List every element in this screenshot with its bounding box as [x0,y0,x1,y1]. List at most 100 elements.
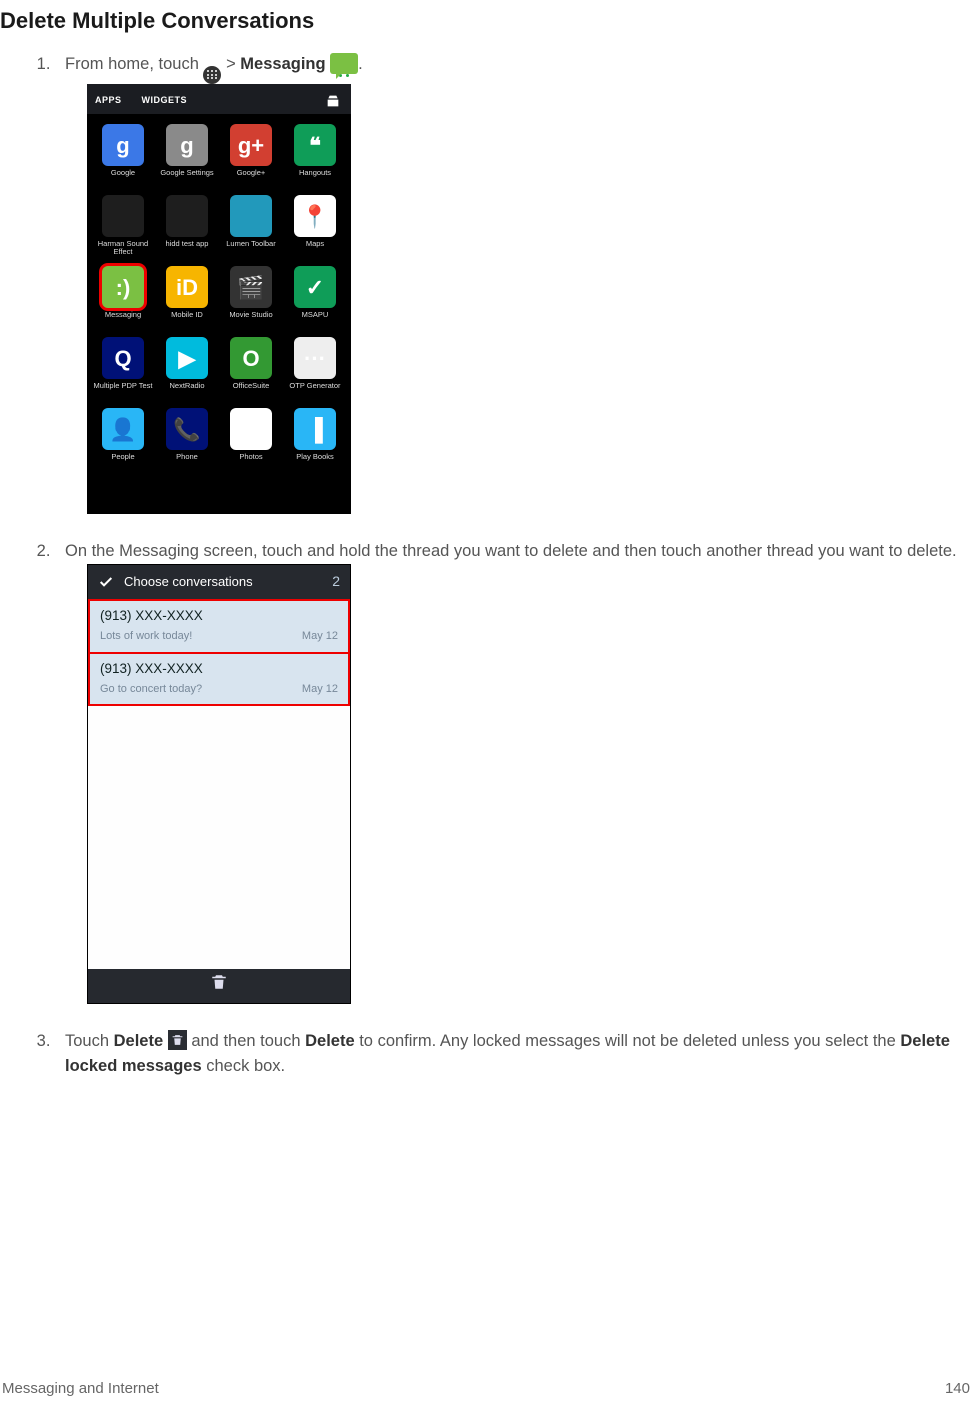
step1-text-e: . [358,55,363,73]
app-icon: :) [102,266,144,308]
selection-header: Choose conversations 2 [88,565,350,599]
delete-icon[interactable] [210,973,228,999]
app-icon: g+ [230,124,272,166]
step3-text-a: Touch [65,1032,114,1050]
selection-count: 2 [332,571,340,592]
app-icon [166,195,208,237]
app-icon [102,195,144,237]
step1-text-b: > [221,55,240,73]
app-nextradio[interactable]: ▶ NextRadio [155,337,219,398]
footer-section: Messaging and Internet [2,1380,159,1397]
app-label: Play Books [296,453,334,469]
thread-title: (913) XXX-XXXX [100,606,338,626]
app-label: OTP Generator [289,382,340,398]
step2-text: On the Messaging screen, touch and hold … [65,542,957,560]
drawer-tabbar: APPS WIDGETS [87,88,351,114]
app-label: Google [111,169,135,185]
step-2: On the Messaging screen, touch and hold … [55,539,972,1004]
app-label: NextRadio [169,382,204,398]
app-harman-sound-effect[interactable]: Harman Sound Effect [91,195,155,256]
app-maps[interactable]: 📍Maps [283,195,347,256]
app-icon: g [166,124,208,166]
step-3: Touch Delete and then touch Delete to co… [55,1029,972,1079]
step1-text-a: From home, touch [65,55,203,73]
app-phone[interactable]: 📞 Phone [155,408,219,469]
app-lumen-toolbar[interactable]: Lumen Toolbar [219,195,283,256]
thread-sub: Go to concert today? May 12 [100,681,338,698]
app-label: Messaging [105,311,141,327]
thread-sub: Lots of work today!May 12 [100,628,338,645]
app-messaging[interactable]: :) Messaging [91,266,155,327]
step3-delete-label-2: Delete [305,1032,355,1050]
app-hidd-test-app[interactable]: hidd test app [155,195,219,256]
app-label: Google Settings [160,169,213,185]
app-label: hidd test app [166,240,209,256]
app-icon: O [230,337,272,379]
footer-page-number: 140 [945,1380,970,1397]
app-label: Phone [176,453,198,469]
thread-title: (913) XXX-XXXX [100,659,338,679]
thread-date: May 12 [302,628,338,645]
conversation-thread[interactable]: (913) XXX-XXXX Lots of work today!May 12 [88,599,350,652]
thread-date: May 12 [302,681,338,698]
app-movie-studio[interactable]: 🎬 Movie Studio [219,266,283,327]
app-icon: 👤 [102,408,144,450]
bottom-toolbar [88,969,350,1003]
app-label: MSAPU [302,311,329,327]
app-google-settings[interactable]: g Google Settings [155,124,219,185]
tab-apps[interactable]: APPS [95,94,122,108]
app-icon: 📍 [294,195,336,237]
apps-grid-icon [203,66,221,84]
tab-widgets[interactable]: WIDGETS [142,94,188,108]
screenshot-choose-conversations: Choose conversations 2 (913) XXX-XXXX Lo… [87,564,351,1004]
section-heading: Delete Multiple Conversations [0,8,972,34]
empty-area [88,706,350,969]
thread-preview: Go to concert today? [100,681,202,698]
step3-text-h: check box. [202,1057,285,1075]
app-multiple-pdp-test[interactable]: Q Multiple PDP Test [91,337,155,398]
app-label: Harman Sound Effect [91,240,155,256]
app-icon: iD [166,266,208,308]
app-label: Movie Studio [229,311,272,327]
conversation-thread[interactable]: (913) XXX-XXXX Go to concert today? May 1… [88,652,350,707]
selection-title: Choose conversations [124,572,253,592]
app-icon: ··· [294,337,336,379]
app-icon: ❝ [294,124,336,166]
app-google-[interactable]: g+Google+ [219,124,283,185]
app-photos[interactable]: ✿Photos [219,408,283,469]
play-store-icon[interactable] [325,92,341,108]
app-icon: 🎬 [230,266,272,308]
app-icon: ✿ [230,408,272,450]
app-label: Lumen Toolbar [226,240,275,256]
step3-text-d: and then touch [187,1032,305,1050]
step-1: From home, touch > Messaging . APPS WIDG… [55,52,972,514]
app-icon: Q [102,337,144,379]
app-label: Mobile ID [171,311,203,327]
app-icon: g [102,124,144,166]
app-label: Hangouts [299,169,331,185]
page-footer: Messaging and Internet 140 [0,1380,972,1397]
app-hangouts[interactable]: ❝ Hangouts [283,124,347,185]
app-play-books[interactable]: ▐ Play Books [283,408,347,469]
app-otp-generator[interactable]: ··· OTP Generator [283,337,347,398]
app-label: People [111,453,134,469]
delete-inline-icon [168,1030,187,1050]
app-label: Multiple PDP Test [94,382,153,398]
app-google[interactable]: g Google [91,124,155,185]
app-officesuite[interactable]: O OfficeSuite [219,337,283,398]
app-icon: ✓ [294,266,336,308]
step3-delete-label-1: Delete [114,1032,164,1050]
app-label: OfficeSuite [233,382,270,398]
app-icon: ▶ [166,337,208,379]
messaging-icon [330,53,358,74]
app-msapu[interactable]: ✓ MSAPU [283,266,347,327]
screenshot-app-drawer: APPS WIDGETS g Google g Google Settings g+Go… [87,84,351,514]
app-people[interactable]: 👤 People [91,408,155,469]
step3-text-f: to confirm. Any locked messages will not… [355,1032,901,1050]
app-mobile-id[interactable]: iD Mobile ID [155,266,219,327]
done-check-icon[interactable] [98,574,114,590]
step1-messaging-label: Messaging [240,55,325,73]
app-icon: ▐ [294,408,336,450]
app-icon [230,195,272,237]
app-icon: 📞 [166,408,208,450]
